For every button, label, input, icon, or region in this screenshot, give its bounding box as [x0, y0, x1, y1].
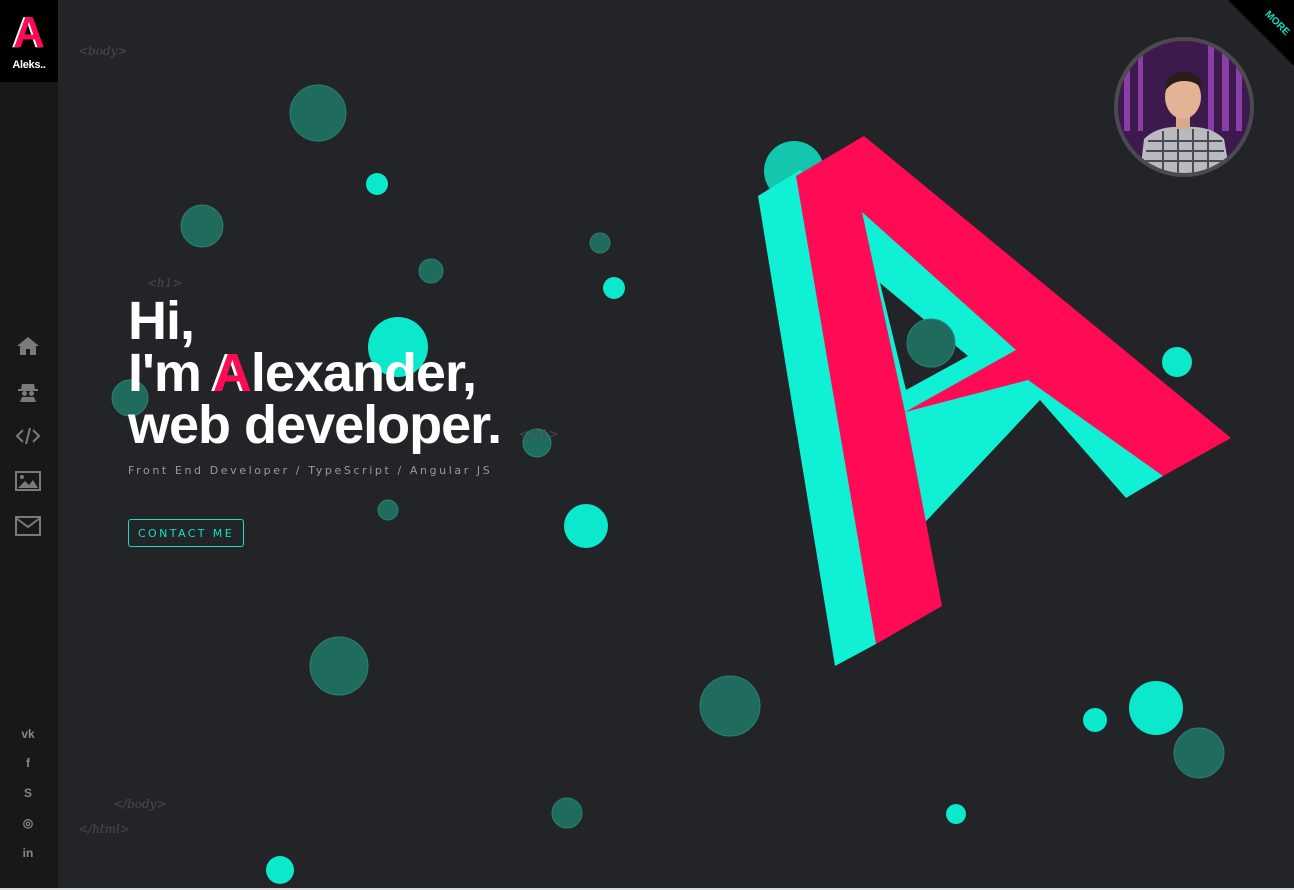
bubble	[564, 504, 608, 548]
nav-home[interactable]	[14, 333, 42, 359]
bubble	[699, 675, 761, 737]
bubble	[603, 277, 625, 299]
bubble	[1083, 708, 1107, 732]
mail-icon	[15, 516, 41, 536]
hero-accent-letter: A	[212, 343, 252, 403]
hero-line-2-rest: lexander,	[250, 343, 477, 403]
code-icon	[15, 427, 41, 445]
bubble	[1173, 727, 1225, 779]
logo[interactable]: A Aleks..	[0, 0, 58, 82]
hero-line-1: Hi,	[128, 291, 195, 351]
nav-code[interactable]	[14, 423, 42, 449]
facebook-icon: f	[26, 756, 30, 770]
skype-icon: S	[23, 786, 32, 800]
big-a-logo	[758, 136, 1231, 666]
hero-headline: Hi, I'm Alexander, web developer.	[128, 291, 502, 455]
code-tag-body-close: </body>	[113, 797, 167, 811]
hero-line-2: I'm Alexander,	[128, 346, 501, 400]
code-tag-html-close: </html>	[78, 822, 130, 836]
vk-icon: vk	[21, 727, 35, 741]
bubble	[946, 804, 966, 824]
nav-contact[interactable]	[14, 513, 42, 539]
bubble	[266, 856, 294, 884]
code-tag-h1-close: </h1>	[519, 427, 559, 441]
social-skype[interactable]: S	[17, 783, 39, 803]
social-linkedin[interactable]: in	[17, 843, 39, 863]
social-facebook[interactable]: f	[17, 753, 39, 773]
bubble	[418, 258, 444, 284]
code-tag-body-open: <body>	[78, 44, 128, 58]
logo-name: Aleks..	[12, 59, 46, 71]
spy-icon	[18, 384, 38, 402]
bubble	[366, 173, 388, 195]
home-icon	[17, 337, 39, 355]
bubble	[377, 499, 399, 521]
more-corner-button[interactable]: MORE	[1228, 0, 1294, 66]
bubble	[1162, 347, 1192, 377]
bubble	[289, 84, 347, 142]
contact-me-button[interactable]: CONTACT ME	[128, 519, 244, 547]
linkedin-icon: in	[22, 846, 34, 860]
bubble	[1129, 681, 1183, 735]
bubble	[551, 797, 583, 829]
bright-bubbles	[266, 173, 1192, 884]
social-instagram[interactable]: ◎	[17, 813, 39, 833]
bubble	[180, 204, 224, 248]
social-vk[interactable]: vk	[17, 724, 39, 744]
dark-bubbles	[111, 84, 1225, 829]
code-tag-h1-open: <h1>	[147, 276, 183, 290]
sidebar: A Aleks.. vk f S ◎ in	[0, 0, 58, 890]
bubble	[906, 318, 956, 368]
bubble	[589, 232, 611, 254]
nav-about[interactable]	[14, 378, 42, 404]
instagram-icon: ◎	[22, 816, 34, 830]
hero-subtitle: Front End Developer / TypeScript / Angul…	[128, 464, 493, 477]
hero-line-3: web developer.	[128, 395, 502, 455]
image-icon	[15, 471, 41, 491]
logo-letter: A	[13, 8, 45, 57]
hero-line-2-prefix: I'm	[128, 343, 213, 403]
bubble	[309, 636, 369, 696]
nav-gallery[interactable]	[14, 468, 42, 494]
